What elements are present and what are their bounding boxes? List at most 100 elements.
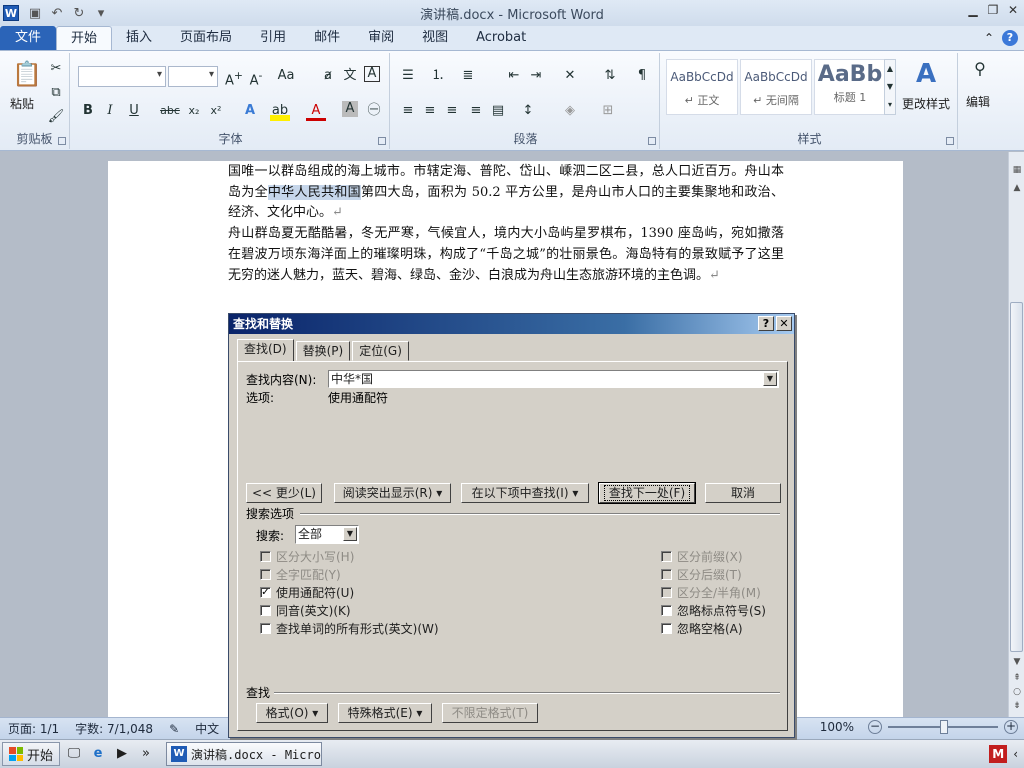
highlight-color-icon[interactable]: ab (270, 101, 290, 121)
search-direction-dropdown-icon[interactable]: ▼ (343, 527, 357, 541)
clear-formatting-icon[interactable]: ⱥ (318, 66, 338, 86)
format-painter-icon[interactable]: 🖌 (46, 107, 66, 127)
match-case-checkbox[interactable]: 区分大小写(H) (260, 548, 354, 565)
tab-acrobat[interactable]: Acrobat (462, 26, 540, 50)
phonetic-guide-icon[interactable]: 文 (340, 66, 360, 86)
restore-icon[interactable]: ❐ (986, 3, 1000, 17)
tab-mailings[interactable]: 邮件 (300, 26, 354, 50)
all-word-forms-checkbox[interactable]: 查找单词的所有形式(英文)(W) (260, 620, 439, 637)
tab-replace[interactable]: 替换(P) (295, 341, 351, 361)
format-button[interactable]: 格式(O) ▾ (256, 703, 328, 723)
styles-scroll-icon[interactable]: ▲ ▼ ▾ (884, 59, 896, 115)
align-right-icon[interactable]: ≡ (442, 101, 462, 121)
scrollbar-thumb[interactable] (1010, 302, 1023, 652)
shading-icon[interactable]: ◈ (560, 101, 580, 121)
paste-button[interactable]: 粘贴 (10, 95, 34, 112)
editing-button[interactable]: 编辑 (966, 93, 990, 110)
bullets-icon[interactable]: ☰ (398, 66, 418, 86)
font-name-combo[interactable] (78, 66, 166, 87)
media-player-icon[interactable]: ▶ (112, 744, 132, 764)
style-no-spacing[interactable]: AaBbCcDd ↵ 无间隔 (740, 59, 812, 115)
zoom-level[interactable]: 100% (812, 720, 862, 734)
tab-references[interactable]: 引用 (246, 26, 300, 50)
grow-font-icon[interactable]: A+ (224, 66, 244, 88)
styles-launcher-icon[interactable] (946, 137, 954, 145)
font-launcher-icon[interactable] (378, 137, 386, 145)
tab-page-layout[interactable]: 页面布局 (166, 26, 246, 50)
align-center-icon[interactable]: ≡ (420, 101, 440, 121)
paste-icon[interactable]: 📋 (12, 59, 42, 89)
character-border-icon[interactable]: A (364, 66, 380, 82)
close-icon[interactable]: ✕ (1006, 3, 1020, 17)
change-case-icon[interactable]: Aa (276, 66, 296, 86)
tab-goto[interactable]: 定位(G) (352, 341, 409, 361)
show-desktop-icon[interactable]: 🖵 (64, 744, 84, 764)
zoom-out-icon[interactable]: − (868, 720, 882, 734)
tray-app-icon[interactable]: M (989, 745, 1008, 763)
help-icon[interactable]: ? (1002, 30, 1018, 46)
internet-explorer-icon[interactable]: e (88, 744, 108, 764)
ignore-whitespace-checkbox[interactable]: 忽略空格(A) (661, 620, 743, 637)
less-button[interactable]: << 更少(L) (246, 483, 322, 503)
subscript-icon[interactable]: x₂ (184, 101, 204, 121)
sort-icon[interactable]: ⇅ (600, 66, 620, 86)
minimize-icon[interactable]: ▁ (966, 3, 980, 17)
undo-icon[interactable]: ↶ (49, 6, 65, 21)
decrease-indent-icon[interactable]: ⇤ (504, 66, 524, 86)
vertical-scrollbar[interactable]: ▦ ▲ ▼ ⇞ ○ ⇟ (1008, 152, 1024, 717)
find-in-button[interactable]: 在以下项中查找(I) ▾ (461, 483, 589, 503)
reading-highlight-button[interactable]: 阅读突出显示(R) ▾ (334, 483, 451, 503)
paragraph-launcher-icon[interactable] (648, 137, 656, 145)
save-icon[interactable]: ▣ (27, 6, 43, 21)
change-styles-icon[interactable]: A (912, 59, 940, 89)
style-heading-1[interactable]: AaBb 标题 1 (814, 59, 886, 115)
ignore-punctuation-checkbox[interactable]: 忽略标点符号(S) (661, 602, 766, 619)
search-direction-select[interactable]: 全部 ▼ (295, 525, 359, 544)
ruler-toggle-icon[interactable]: ▦ (1011, 164, 1023, 176)
multilevel-list-icon[interactable]: ≣ (458, 66, 478, 86)
use-wildcards-checkbox[interactable]: ✓ 使用通配符(U) (260, 584, 354, 601)
previous-page-icon[interactable]: ⇞ (1011, 672, 1023, 684)
browse-object-icon[interactable]: ○ (1011, 686, 1023, 698)
special-button[interactable]: 特殊格式(E) ▾ (338, 703, 432, 723)
tab-home[interactable]: 开始 (56, 26, 113, 50)
proofing-icon[interactable]: ✎ (161, 722, 187, 736)
tab-file[interactable]: 文件 (0, 26, 56, 50)
text-effects-icon[interactable]: A (240, 101, 260, 121)
style-normal[interactable]: AaBbCcDd ↵ 正文 (666, 59, 738, 115)
font-size-combo[interactable] (168, 66, 218, 87)
start-button[interactable]: 开始 (2, 742, 61, 766)
copy-icon[interactable]: ⧉ (46, 83, 66, 103)
dialog-help-button[interactable]: ? (758, 316, 774, 331)
cancel-button[interactable]: 取消 (705, 483, 781, 503)
find-what-input[interactable]: 中华*国 ▼ (328, 370, 779, 388)
borders-icon[interactable]: ⊞ (598, 101, 618, 121)
language-indicator[interactable]: 中文 (187, 720, 227, 737)
change-styles-button[interactable]: 更改样式 (902, 95, 950, 112)
underline-icon[interactable]: U (124, 101, 144, 121)
clipboard-launcher-icon[interactable] (58, 137, 66, 145)
line-spacing-icon[interactable]: ↕ (518, 101, 538, 121)
bold-icon[interactable]: B (78, 101, 98, 121)
taskbar-word-window[interactable]: W 演讲稿.docx - Micro... (166, 742, 323, 766)
match-suffix-checkbox[interactable]: 区分后缀(T) (661, 566, 742, 583)
binoculars-icon[interactable]: ⚲ (970, 59, 990, 79)
scroll-down-icon[interactable]: ▼ (1011, 656, 1023, 668)
italic-icon[interactable]: I (100, 101, 120, 121)
justify-icon[interactable]: ≡ (466, 101, 486, 121)
align-left-icon[interactable]: ≡ (398, 101, 418, 121)
zoom-slider-knob[interactable] (940, 720, 948, 734)
no-formatting-button[interactable]: 不限定格式(T) (442, 703, 538, 723)
tab-view[interactable]: 视图 (408, 26, 462, 50)
distributed-icon[interactable]: ▤ (488, 101, 508, 121)
find-next-button[interactable]: 查找下一处(F) (598, 482, 696, 504)
shrink-font-icon[interactable]: A- (246, 66, 266, 88)
tab-review[interactable]: 审阅 (354, 26, 408, 50)
enclose-characters-icon[interactable]: ㊀ (364, 101, 384, 121)
increase-indent-icon[interactable]: ⇥ (526, 66, 546, 86)
superscript-icon[interactable]: x² (206, 101, 226, 121)
tab-find[interactable]: 查找(D) (237, 339, 294, 361)
page-count[interactable]: 页面: 1/1 (0, 720, 67, 737)
minimize-ribbon-icon[interactable]: ⌃ (984, 31, 994, 45)
character-shading-icon[interactable]: A (342, 101, 358, 117)
